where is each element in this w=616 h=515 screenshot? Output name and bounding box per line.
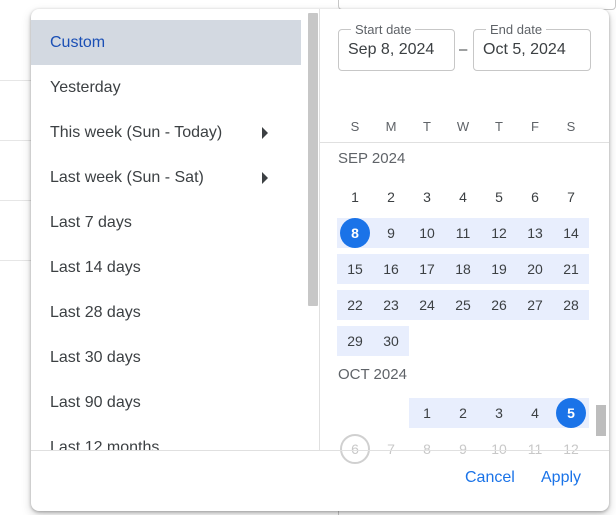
calendar-day[interactable]: 20: [520, 254, 550, 284]
calendar-day[interactable]: 13: [520, 218, 550, 248]
calendar-day[interactable]: 7: [376, 434, 406, 464]
calendar-day[interactable]: 19: [484, 254, 514, 284]
calendar-day[interactable]: 6: [340, 434, 370, 464]
preset-scrollbar[interactable]: [308, 13, 318, 306]
preset-item[interactable]: Last 28 days: [31, 290, 301, 335]
calendar-divider: [320, 142, 609, 143]
calendar-day[interactable]: 9: [448, 434, 478, 464]
calendar-day[interactable]: 12: [556, 434, 586, 464]
preset-item[interactable]: Yesterday: [31, 65, 301, 110]
date-range-picker: Custom Yesterday This week (Sun - Today) La…: [31, 9, 609, 511]
calendar-day[interactable]: 26: [484, 290, 514, 320]
calendar-day[interactable]: 7: [556, 182, 586, 212]
preset-label: Last 90 days: [50, 393, 141, 411]
preset-item[interactable]: This week (Sun - Today): [31, 110, 301, 155]
end-date-field[interactable]: End date Oct 5, 2024: [473, 22, 591, 71]
footer-divider: [31, 450, 609, 451]
start-date-label: Start date: [351, 22, 416, 37]
calendar-day[interactable]: 30: [376, 326, 406, 356]
submenu-arrow-icon: [262, 126, 268, 139]
preset-item[interactable]: Last 90 days: [31, 380, 301, 425]
weekday-label: T: [495, 119, 503, 134]
preset-item[interactable]: Last 12 months: [31, 425, 301, 451]
cancel-button[interactable]: Cancel: [465, 469, 515, 487]
calendar-day[interactable]: 22: [340, 290, 370, 320]
calendar-day[interactable]: 21: [556, 254, 586, 284]
calendar-day[interactable]: 2: [448, 398, 478, 428]
calendar-day[interactable]: 3: [484, 398, 514, 428]
preset-label: Yesterday: [50, 78, 121, 96]
calendar-day[interactable]: 29: [340, 326, 370, 356]
preset-item[interactable]: Last 30 days: [31, 335, 301, 380]
calendar-day[interactable]: 11: [448, 218, 478, 248]
calendar-day[interactable]: 14: [556, 218, 586, 248]
calendar-day[interactable]: 1: [340, 182, 370, 212]
calendar-day[interactable]: 5: [484, 182, 514, 212]
calendar-day[interactable]: 10: [412, 218, 442, 248]
weekday-label: W: [456, 119, 470, 134]
calendar-day[interactable]: 18: [448, 254, 478, 284]
preset-label: This week (Sun - Today): [50, 123, 223, 141]
calendar-day[interactable]: 4: [448, 182, 478, 212]
weekday-label: M: [385, 119, 397, 134]
calendar-day[interactable]: 4: [520, 398, 550, 428]
month-label: SEP 2024: [338, 150, 406, 167]
date-separator: –: [459, 41, 468, 58]
calendar-day[interactable]: 5: [556, 398, 586, 428]
calendar-day[interactable]: 24: [412, 290, 442, 320]
submenu-arrow-icon: [262, 171, 268, 184]
calendar-day[interactable]: 8: [412, 434, 442, 464]
calendar-day[interactable]: 3: [412, 182, 442, 212]
month-label: OCT 2024: [338, 366, 407, 383]
calendar-day[interactable]: 15: [340, 254, 370, 284]
preset-label: Last 7 days: [50, 213, 132, 231]
preset-item[interactable]: Last 14 days: [31, 245, 301, 290]
calendar-day[interactable]: 17: [412, 254, 442, 284]
preset-list: Custom Yesterday This week (Sun - Today) La…: [31, 9, 309, 450]
calendar-day[interactable]: 9: [376, 218, 406, 248]
apply-button[interactable]: Apply: [541, 469, 581, 487]
calendar-day[interactable]: 10: [484, 434, 514, 464]
end-date-label: End date: [486, 22, 547, 37]
calendar-day[interactable]: 2: [376, 182, 406, 212]
start-date-field[interactable]: Start date Sep 8, 2024: [338, 22, 455, 71]
preset-item[interactable]: Last week (Sun - Sat): [31, 155, 301, 200]
weekday-label: S: [350, 119, 360, 134]
preset-item[interactable]: Last 7 days: [31, 200, 301, 245]
calendar-day[interactable]: 27: [520, 290, 550, 320]
end-date-value[interactable]: Oct 5, 2024: [483, 41, 566, 59]
calendar-day[interactable]: 8: [340, 218, 370, 248]
start-date-value[interactable]: Sep 8, 2024: [348, 41, 434, 59]
preset-label: Last week (Sun - Sat): [50, 168, 204, 186]
calendar-day[interactable]: 16: [376, 254, 406, 284]
weekday-label: T: [423, 119, 431, 134]
calendar-day[interactable]: 23: [376, 290, 406, 320]
panel-divider: [319, 9, 320, 450]
preset-label: Last 12 months: [50, 438, 160, 451]
preset-label: Last 28 days: [50, 303, 141, 321]
calendar-day[interactable]: 6: [520, 182, 550, 212]
calendar-day[interactable]: 25: [448, 290, 478, 320]
preset-label: Custom: [50, 33, 106, 51]
weekday-label: F: [531, 119, 539, 134]
preset-label: Last 14 days: [50, 258, 141, 276]
preset-label: Last 30 days: [50, 348, 141, 366]
preset-item[interactable]: Custom: [31, 20, 301, 65]
calendar-day[interactable]: 12: [484, 218, 514, 248]
calendar-day[interactable]: 28: [556, 290, 586, 320]
calendar-scrollbar[interactable]: [596, 405, 606, 436]
calendar-day[interactable]: 1: [412, 398, 442, 428]
weekday-label: S: [566, 119, 576, 134]
calendar-day[interactable]: 11: [520, 434, 550, 464]
